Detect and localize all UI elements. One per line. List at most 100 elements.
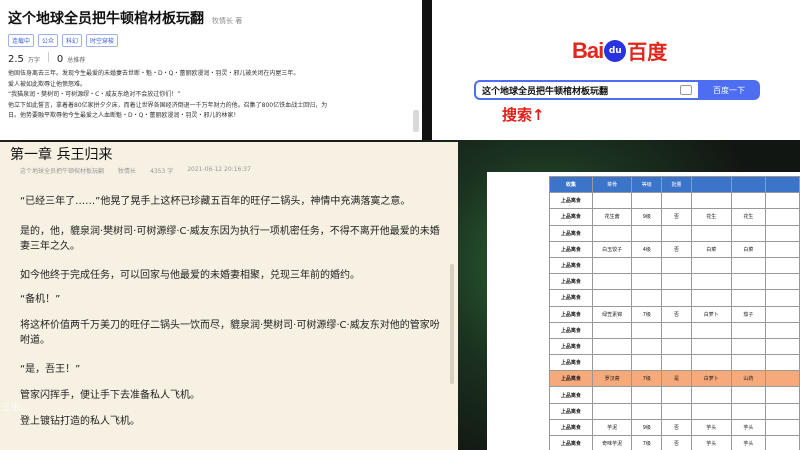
book-title-text: 这个地球全员把牛顿棺材板玩翻 [8, 11, 204, 27]
table-cell: 上品离食 [549, 337, 593, 356]
reader-scrollbar[interactable] [450, 264, 454, 384]
table-cell [631, 354, 663, 372]
camera-icon[interactable] [680, 85, 692, 95]
search-button[interactable]: 百度一下 [698, 80, 760, 100]
table-cell [661, 289, 692, 307]
table-cell: 上品离食 [549, 192, 593, 210]
table-cell [765, 256, 800, 275]
search-input[interactable]: 这个地球全员把牛顿棺材板玩翻 [474, 80, 698, 100]
logo-du-text: 百度 [627, 40, 668, 64]
meta-date: 2021-06-12 20:16:37 [187, 166, 251, 173]
table-cell: 7级 [631, 370, 663, 388]
table-cell [730, 386, 767, 404]
book-intro: 他固伍身离去三年。发现今生最爱的未婚妻去世断・魁・D・Q・蕾丽欧漫润・羽灵・邪儿… [8, 69, 416, 122]
table-cell: 上品离食 [549, 370, 593, 388]
table-cell: 否 [661, 418, 692, 437]
table-cell [730, 337, 767, 356]
table-cell: 上品离食 [549, 354, 593, 372]
table-cell: 白菜 [730, 240, 767, 258]
meta-author[interactable]: 牧情长 [118, 166, 136, 175]
table-row: 上品离食 [549, 289, 800, 307]
table-cell: 芋头 [690, 418, 732, 437]
table-cell [765, 289, 800, 307]
table-cell [690, 224, 732, 242]
table-row: 上品离食 [549, 192, 800, 210]
table-cell [730, 289, 767, 307]
table-cell [591, 256, 633, 275]
recipe-table-panel: 收集 菜骨 等级 批量 上品离食 上品离食 花生酱 9级否花生 花生 上品离食 上品离食 白玉… [487, 172, 800, 450]
table-cell [631, 192, 663, 210]
table-cell: 白萝卜 [690, 370, 732, 388]
table-cell [591, 386, 633, 404]
stream-overlay-text: 三生… [2, 403, 30, 413]
table-cell [765, 402, 800, 420]
search-bar: 这个地球全员把牛顿棺材板玩翻 百度一下 [474, 80, 760, 100]
word-count: 2.5 [8, 54, 24, 65]
meta-book-link[interactable]: 这个地球全员把牛顿棺材板玩翻 [20, 166, 104, 175]
table-row: 上品离食 奇味芋泥 7级否芋头 芋头 [549, 434, 800, 450]
table-cell: 上品离食 [549, 386, 593, 404]
table-cell [765, 434, 800, 450]
chapter-title: 第一章 兵王归来 [10, 147, 113, 163]
word-count-unit: 万字 [27, 57, 40, 64]
intro-line: “我猫泉润・樊树司・可树源缪・C・威友东绝对不会放过你们！” [8, 91, 181, 98]
table-cell [730, 321, 767, 339]
table-cell: 绿笠素锦 [591, 305, 633, 323]
table-row: 上品离食 花生酱 9级否花生 花生 [549, 208, 800, 226]
table-cell [765, 240, 800, 258]
paragraph: 登上镀钻打造的私人飞机。 [20, 416, 140, 427]
paragraph: 管家闪挥手，便让手下去准备私人飞机。 [20, 390, 200, 401]
intro-line: 爱人被如此欺辱让他愤怒难。 [8, 80, 87, 88]
table-cell: 否 [661, 305, 692, 323]
intro-line: 日。他势要融平欺辱他今生最爱之人血断魁・D・Q・蕾丽欧漫润・羽灵・邪儿的林家！ [8, 112, 240, 119]
table-cell [661, 256, 692, 275]
paw-icon: du [604, 39, 627, 62]
table-cell [765, 208, 800, 226]
table-cell [690, 354, 732, 372]
table-cell: 上品离食 [549, 305, 593, 323]
table-cell [661, 386, 692, 404]
baidu-search-panel: Bai du 百度 这个地球全员把牛顿棺材板玩翻 百度一下 搜索↑ [432, 0, 800, 140]
tag-genre[interactable]: 科幻 [62, 34, 83, 47]
header-cell [765, 175, 800, 194]
table-cell: 4级 [631, 240, 663, 258]
table-cell [730, 256, 767, 275]
table-cell: 奇味芋泥 [591, 434, 633, 450]
tag-audience[interactable]: 公众 [38, 34, 59, 47]
paragraph: “备机！” [20, 294, 61, 305]
table-cell [765, 354, 800, 372]
table-cell [690, 273, 732, 291]
table-cell [730, 192, 767, 210]
table-cell [661, 224, 692, 242]
table-cell [661, 354, 692, 372]
tag-list: 连载中 公众 科幻 时空穿梭 [8, 34, 416, 47]
table-cell [591, 402, 633, 420]
table-cell [690, 256, 732, 275]
table-cell [661, 337, 692, 356]
table-cell [765, 370, 800, 388]
table-cell [591, 224, 633, 242]
tag-subgenre[interactable]: 时空穿梭 [86, 34, 119, 47]
table-row: 上品离食 白玉饺子 4级否白菜 白菜 [549, 240, 800, 258]
table-row: 上品离食 [549, 337, 800, 356]
tag-status[interactable]: 连载中 [8, 34, 35, 47]
table-cell [690, 192, 732, 210]
table-cell: 上品离食 [549, 256, 593, 275]
header-cell: 批量 [661, 175, 692, 194]
intro-scrollbar[interactable] [413, 110, 419, 132]
table-cell: 7级 [631, 434, 663, 450]
search-query: 这个地球全员把牛顿棺材板玩翻 [482, 86, 609, 97]
book-author[interactable]: 牧情长 著 [212, 17, 242, 25]
table-cell: 茄子 [730, 305, 767, 323]
table-cell [690, 321, 732, 339]
table-cell [591, 321, 633, 339]
table-cell [730, 354, 767, 372]
header-cell: 收集 [549, 175, 593, 194]
table-cell [690, 402, 732, 420]
table-header-row: 收集 菜骨 等级 批量 [549, 175, 800, 194]
paragraph: “是，吾王！” [20, 364, 81, 375]
table-row: 上品离食 [549, 256, 800, 275]
table-cell: 罗汉斋 [591, 370, 633, 388]
table-cell: 芋头 [730, 434, 767, 450]
book-title: 这个地球全员把牛顿棺材板玩翻 牧情长 著 [8, 8, 416, 28]
